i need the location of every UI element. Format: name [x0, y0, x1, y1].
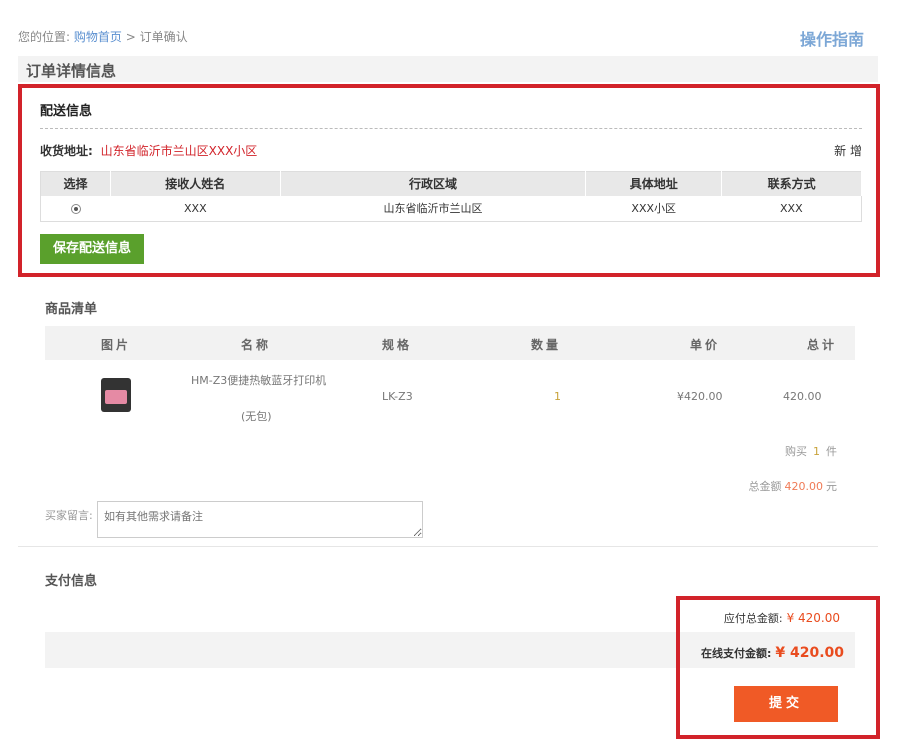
payment-title: 支付信息 [45, 574, 98, 589]
dashed-divider [40, 128, 862, 129]
total-amount: 总金额 420.00 元 [749, 478, 838, 494]
breadcrumb-home-link[interactable]: 购物首页 [74, 30, 122, 44]
address-label: 收货地址: [40, 144, 93, 158]
total-suffix: 元 [826, 480, 837, 493]
column-header: 名称 [241, 338, 272, 352]
guide-link[interactable]: 操作指南 [800, 26, 864, 50]
total-prefix: 总金额 [748, 480, 782, 493]
receiver-name: XXX [184, 201, 207, 215]
due-amount: 应付总金额: ¥ 420.00 [724, 610, 840, 626]
online-label: 在线支付金额: [700, 647, 772, 660]
column-header: 选择 [40, 171, 111, 196]
breadcrumb-prefix: 您的位置: [18, 30, 71, 44]
table-row: HM-Z3便捷热敏蓝牙打印机 (无包) LK-Z3 1 ¥420.00 420.… [45, 366, 855, 426]
breadcrumb: 您的位置: 购物首页 > 订单确认 [18, 28, 188, 45]
address-table-header: 选择 接收人姓名 行政区域 具体地址 联系方式 [40, 171, 862, 196]
buy-prefix: 购买 [785, 445, 807, 458]
printer-image[interactable] [101, 378, 131, 412]
add-address-button[interactable]: 新 增 [834, 142, 862, 159]
top-bar: 您的位置: 购物首页 > 订单确认 操作指南 [18, 26, 878, 49]
payment-summary: 应付总金额: ¥ 420.00 在线支付金额: ¥ 420.00 提交 [676, 596, 880, 739]
buy-suffix: 件 [826, 445, 837, 458]
goods-table-header: 图片 名称 规格 数量 单价 总计 [45, 326, 855, 360]
product-spec: LK-Z3 [382, 390, 413, 403]
select-cell[interactable] [41, 196, 111, 222]
product-unit-price: ¥420.00 [677, 390, 723, 403]
contact: XXX [780, 201, 803, 215]
remark-label: 买家留言: [45, 509, 93, 522]
remark-input[interactable] [97, 501, 423, 538]
save-delivery-button[interactable]: 保存配送信息 [40, 234, 144, 264]
delivery-title: 配送信息 [40, 104, 93, 119]
address-radio[interactable] [70, 203, 81, 214]
column-header: 单价 [690, 338, 721, 352]
section-divider [18, 546, 878, 547]
product-note: (无包) [241, 410, 272, 423]
column-header: 接收人姓名 [110, 171, 281, 196]
address-row: 收货地址: 山东省临沂市兰山区XXX小区 新 增 [40, 142, 862, 162]
detail-address: XXX小区 [631, 202, 677, 216]
buy-count-value: 1 [813, 445, 820, 458]
buy-count: 购买 1 件 [785, 443, 837, 459]
goods-title: 商品清单 [45, 302, 98, 317]
breadcrumb-separator: > [125, 30, 136, 44]
column-header: 规格 [382, 338, 413, 352]
column-header: 数量 [531, 338, 562, 352]
product-total: 420.00 [783, 390, 822, 403]
due-value: ¥ 420.00 [786, 611, 840, 625]
column-header: 总计 [807, 338, 838, 352]
product-name[interactable]: HM-Z3便捷热敏蓝牙打印机 [191, 372, 326, 388]
column-header: 图片 [101, 338, 132, 352]
address-value: 山东省临沂市兰山区XXX小区 [100, 144, 258, 158]
product-qty: 1 [554, 390, 561, 403]
delivery-section: 配送信息 收货地址: 山东省临沂市兰山区XXX小区 新 增 选择 接收人姓名 行… [18, 84, 880, 277]
address-table: 选择 接收人姓名 行政区域 具体地址 联系方式 XXX 山东省临沂市兰山区 XX… [40, 171, 862, 222]
page-title: 订单详情信息 [18, 56, 878, 82]
submit-button[interactable]: 提交 [734, 686, 838, 722]
column-header: 联系方式 [721, 171, 862, 196]
region: 山东省临沂市兰山区 [383, 202, 483, 216]
table-row[interactable]: XXX 山东省临沂市兰山区 XXX小区 XXX [41, 196, 862, 222]
online-amount: 在线支付金额: ¥ 420.00 [680, 636, 856, 672]
online-value: ¥ 420.00 [775, 645, 844, 661]
breadcrumb-current: 订单确认 [139, 30, 188, 44]
total-amount-value: 420.00 [784, 480, 824, 493]
due-label: 应付总金额: [723, 612, 783, 625]
column-header: 行政区域 [280, 171, 587, 196]
column-header: 具体地址 [585, 171, 723, 196]
